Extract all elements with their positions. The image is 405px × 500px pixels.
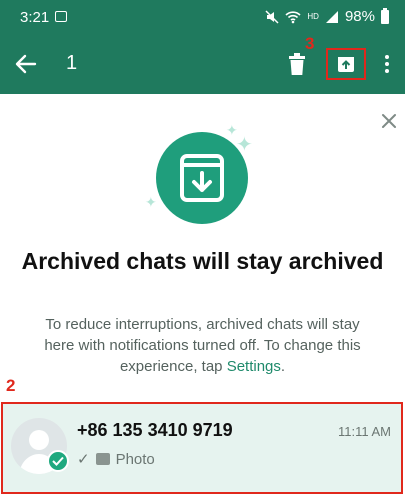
- archive-box-icon: [180, 154, 224, 202]
- step-marker-chat: 2: [6, 376, 16, 395]
- trash-icon: [289, 53, 305, 75]
- selected-check-icon: [47, 450, 69, 472]
- status-time: 3:21: [20, 9, 50, 26]
- last-message-text: Photo: [115, 450, 155, 468]
- photo-icon: [95, 453, 110, 465]
- delete-button[interactable]: [286, 51, 308, 77]
- empty-state-description: To reduce interruptions, archived chats …: [44, 316, 361, 375]
- archive-illustration: [156, 132, 248, 224]
- unarchive-icon: [338, 57, 354, 72]
- back-button[interactable]: [12, 50, 40, 78]
- status-icons: HD 98%: [265, 7, 389, 25]
- close-icon[interactable]: [378, 110, 400, 132]
- battery-icon: [381, 7, 389, 24]
- status-bar: 3:21 HD 98%: [0, 0, 405, 34]
- chat-last-message: ✓ Photo: [77, 450, 155, 469]
- selection-app-bar: 1: [0, 34, 405, 94]
- more-options-button[interactable]: [377, 48, 397, 80]
- gallery-notification-icon: [55, 11, 67, 22]
- selected-count: 1: [66, 52, 78, 74]
- signal-icon: [325, 10, 338, 23]
- chat-list-item[interactable]: +86 135 3410 9719 11:11 AM ✓ Photo: [1, 402, 403, 494]
- battery-percent: 98%: [344, 8, 375, 25]
- arrow-left-icon: [15, 54, 37, 74]
- sparkle-icon: ✦: [145, 194, 157, 210]
- hd-label: HD: [307, 12, 319, 21]
- mute-icon: [265, 9, 279, 24]
- empty-state-title: Archived chats will stay archived: [21, 248, 384, 274]
- settings-link[interactable]: Settings: [227, 358, 281, 375]
- wifi-icon: [285, 10, 301, 23]
- sent-check-icon: ✓: [77, 451, 90, 468]
- step-marker-archive: 3: [305, 34, 315, 53]
- unarchive-button[interactable]: [326, 48, 366, 80]
- chat-time: 11:11 AM: [338, 424, 391, 439]
- chat-name: +86 135 3410 9719: [77, 420, 233, 440]
